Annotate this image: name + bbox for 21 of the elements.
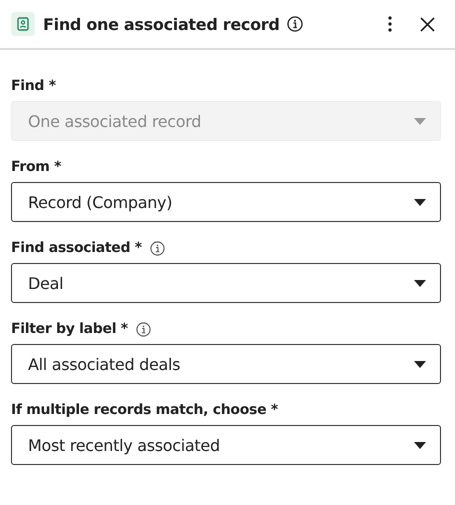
dropdown-field[interactable]: Most recently associated (11, 425, 441, 465)
panel-title: Find one associated record (43, 14, 280, 34)
caret-icon (414, 280, 426, 286)
dropdown-field[interactable]: All associated deals (11, 344, 441, 384)
field-label: Find * (11, 78, 56, 94)
field-label: Filter by label * (11, 321, 128, 337)
dropdown-field[interactable]: Record (Company) (11, 182, 441, 222)
more-icon[interactable] (388, 16, 392, 32)
caret-icon (414, 118, 426, 124)
caret-icon (414, 442, 426, 448)
close-icon[interactable] (420, 16, 435, 32)
caret-icon (414, 198, 426, 206)
info-icon[interactable] (286, 16, 303, 32)
caret-icon (414, 360, 426, 368)
field-label: If multiple records match, choose * (11, 402, 278, 418)
record-icon (11, 12, 35, 36)
dropdown-field[interactable]: Deal (11, 263, 441, 303)
field-label: From * (11, 159, 62, 175)
info-icon[interactable] (136, 322, 151, 336)
info-icon[interactable] (150, 240, 165, 256)
field-label: Find associated * (11, 240, 142, 256)
